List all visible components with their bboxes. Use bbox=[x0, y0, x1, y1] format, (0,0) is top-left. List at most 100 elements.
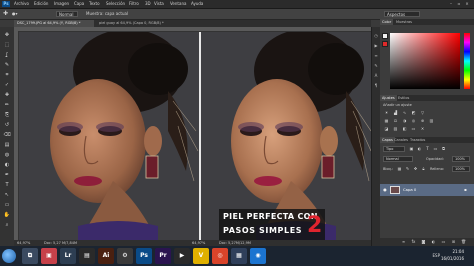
filter-adjust-icon[interactable]: ◐ bbox=[416, 146, 423, 152]
menu-edicion[interactable]: Edición bbox=[34, 1, 48, 7]
workspace-select[interactable]: Aspectos esen. bbox=[384, 11, 420, 23]
selective-color-icon[interactable]: ✕ bbox=[419, 126, 426, 132]
posterize-icon[interactable]: ▨ bbox=[392, 126, 399, 132]
menu-ventana[interactable]: Ventana bbox=[170, 1, 186, 7]
invert-icon[interactable]: ◪ bbox=[383, 126, 390, 132]
eye-icon[interactable]: ● bbox=[382, 187, 388, 193]
menu-imagen[interactable]: Imagen bbox=[54, 1, 69, 7]
taskbar-app-5[interactable]: Ai bbox=[98, 248, 114, 264]
doc-tab-2[interactable]: piel guay al 64,9% (Capa 0, RGB/8) * bbox=[96, 20, 188, 27]
clock-date[interactable]: 16/01/2016 bbox=[441, 256, 464, 262]
blur-icon[interactable]: ◍ bbox=[3, 151, 11, 159]
lock-pixels-icon[interactable]: ▦ bbox=[396, 166, 403, 172]
brush-presets-icon[interactable]: ✎ bbox=[373, 63, 379, 69]
minimize-icon[interactable]: – bbox=[448, 1, 454, 7]
properties-icon[interactable]: ≡ bbox=[373, 53, 379, 59]
blend-mode-select[interactable]: Normal bbox=[383, 156, 413, 162]
taskbar-app-11[interactable]: ◎ bbox=[212, 248, 228, 264]
opacity-input[interactable]: 100% bbox=[452, 156, 470, 162]
close-icon[interactable]: × bbox=[464, 1, 470, 7]
tab-paths[interactable]: Trazados bbox=[408, 137, 427, 143]
move-icon[interactable]: ✥ bbox=[3, 31, 11, 39]
photo-filter-icon[interactable]: ◎ bbox=[410, 118, 417, 124]
taskbar-app-9[interactable]: ▶ bbox=[174, 248, 190, 264]
add-mask-icon[interactable]: ◙ bbox=[420, 239, 427, 245]
actions-icon[interactable]: ▶ bbox=[373, 43, 379, 49]
tab-adjustments[interactable]: Ajustes bbox=[380, 95, 397, 101]
delete-layer-icon[interactable]: 🗑︎ bbox=[460, 239, 467, 245]
hue-slider[interactable] bbox=[464, 33, 470, 89]
history-brush-icon[interactable]: ↺ bbox=[3, 121, 11, 129]
hue-saturation-icon[interactable]: ▦ bbox=[383, 118, 390, 124]
background-color-swatch[interactable] bbox=[382, 41, 388, 47]
clock-time[interactable]: 21:04 bbox=[452, 249, 464, 255]
zoom-icon[interactable]: ⌕ bbox=[3, 221, 11, 229]
taskbar-app-4[interactable]: ▤ bbox=[79, 248, 95, 264]
menu-3d[interactable]: 3D bbox=[145, 1, 151, 7]
gradient-icon[interactable]: ▤ bbox=[3, 141, 11, 149]
taskbar-app-2[interactable]: ▣ bbox=[41, 248, 57, 264]
filter-type-icon[interactable]: T bbox=[424, 146, 431, 152]
start-button[interactable] bbox=[2, 249, 16, 263]
taskbar-app-10[interactable]: V bbox=[193, 248, 209, 264]
character-icon[interactable]: A bbox=[373, 73, 379, 79]
photo-before[interactable] bbox=[18, 31, 200, 242]
brush-icon[interactable]: ✏ bbox=[3, 101, 11, 109]
quick-select-icon[interactable]: ✎ bbox=[3, 61, 11, 69]
stamp-icon[interactable]: ⎘ bbox=[3, 111, 11, 119]
layer-row[interactable]: ● Capa 0 ▪ bbox=[380, 184, 474, 196]
vibrance-icon[interactable]: ▽ bbox=[419, 110, 426, 116]
taskbar-app-13[interactable]: ◉ bbox=[250, 248, 266, 264]
new-adjustment-icon[interactable]: ◐ bbox=[430, 239, 437, 245]
menu-seleccion[interactable]: Selección bbox=[106, 1, 125, 7]
tab-color[interactable]: Color bbox=[380, 19, 394, 25]
taskbar-app-6[interactable]: ⚙ bbox=[117, 248, 133, 264]
taskbar-app-7[interactable]: Ps bbox=[136, 248, 152, 264]
fill-input[interactable]: 100% bbox=[452, 166, 470, 172]
layer-name[interactable]: Capa 0 bbox=[403, 187, 416, 193]
healing-icon[interactable]: ✚ bbox=[3, 91, 11, 99]
link-layers-icon[interactable]: ∞ bbox=[400, 239, 407, 245]
path-select-icon[interactable]: ↖ bbox=[3, 191, 11, 199]
menu-vista[interactable]: Vista bbox=[154, 1, 164, 7]
exposure-icon[interactable]: ◩ bbox=[410, 110, 417, 116]
tab-swatches[interactable]: Muestras bbox=[394, 19, 414, 25]
filter-shape-icon[interactable]: ▭ bbox=[432, 146, 439, 152]
language-indicator[interactable]: ESP bbox=[433, 253, 440, 259]
doc-tab-1[interactable]: DSC_1799.JPG al 64,9% (Y, RGB/8) * bbox=[14, 20, 94, 27]
paragraph-icon[interactable]: ¶ bbox=[373, 83, 379, 89]
lasso-icon[interactable]: ʆ bbox=[3, 51, 11, 59]
channel-mixer-icon[interactable]: ⊕ bbox=[419, 118, 426, 124]
filter-smart-icon[interactable]: ⧉ bbox=[440, 146, 447, 152]
lock-paint-icon[interactable]: ✎ bbox=[404, 166, 411, 172]
dodge-icon[interactable]: ◐ bbox=[3, 161, 11, 169]
menu-archivo[interactable]: Archivo bbox=[14, 1, 29, 7]
color-balance-icon[interactable]: ⚖ bbox=[392, 118, 399, 124]
menu-capa[interactable]: Capa bbox=[74, 1, 84, 7]
threshold-icon[interactable]: ◧ bbox=[401, 126, 408, 132]
layer-style-icon[interactable]: fx bbox=[410, 239, 417, 245]
color-lookup-icon[interactable]: ▥ bbox=[428, 118, 435, 124]
lock-position-icon[interactable]: ✥ bbox=[412, 166, 419, 172]
marquee-icon[interactable]: ⬚ bbox=[3, 41, 11, 49]
new-group-icon[interactable]: ▭ bbox=[440, 239, 447, 245]
maximize-icon[interactable]: ▫ bbox=[456, 1, 462, 7]
healing-tool-icon[interactable]: ✚ bbox=[3, 11, 8, 17]
levels-icon[interactable]: ▟ bbox=[392, 110, 399, 116]
brightness-icon[interactable]: ☀ bbox=[383, 110, 390, 116]
filter-pixel-icon[interactable]: ▣ bbox=[408, 146, 415, 152]
menu-ayuda[interactable]: Ayuda bbox=[191, 1, 203, 7]
brush-size-icon[interactable]: ●▾ bbox=[12, 11, 18, 17]
pen-icon[interactable]: ✒ bbox=[3, 171, 11, 179]
mode-select[interactable]: Normal bbox=[56, 11, 78, 17]
type-icon[interactable]: T bbox=[3, 181, 11, 189]
color-picker-field[interactable] bbox=[390, 33, 460, 89]
sample-option[interactable]: Muestra: capa actual bbox=[86, 11, 128, 17]
foreground-color-swatch[interactable] bbox=[382, 33, 388, 39]
layer-kind-filter[interactable]: Tipo bbox=[383, 146, 405, 152]
taskbar-app-3[interactable]: Lr bbox=[60, 248, 76, 264]
taskbar-app-8[interactable]: Pr bbox=[155, 248, 171, 264]
tab-styles[interactable]: Estilos bbox=[396, 95, 411, 101]
black-white-icon[interactable]: ◑ bbox=[401, 118, 408, 124]
curves-icon[interactable]: ∿ bbox=[401, 110, 408, 116]
